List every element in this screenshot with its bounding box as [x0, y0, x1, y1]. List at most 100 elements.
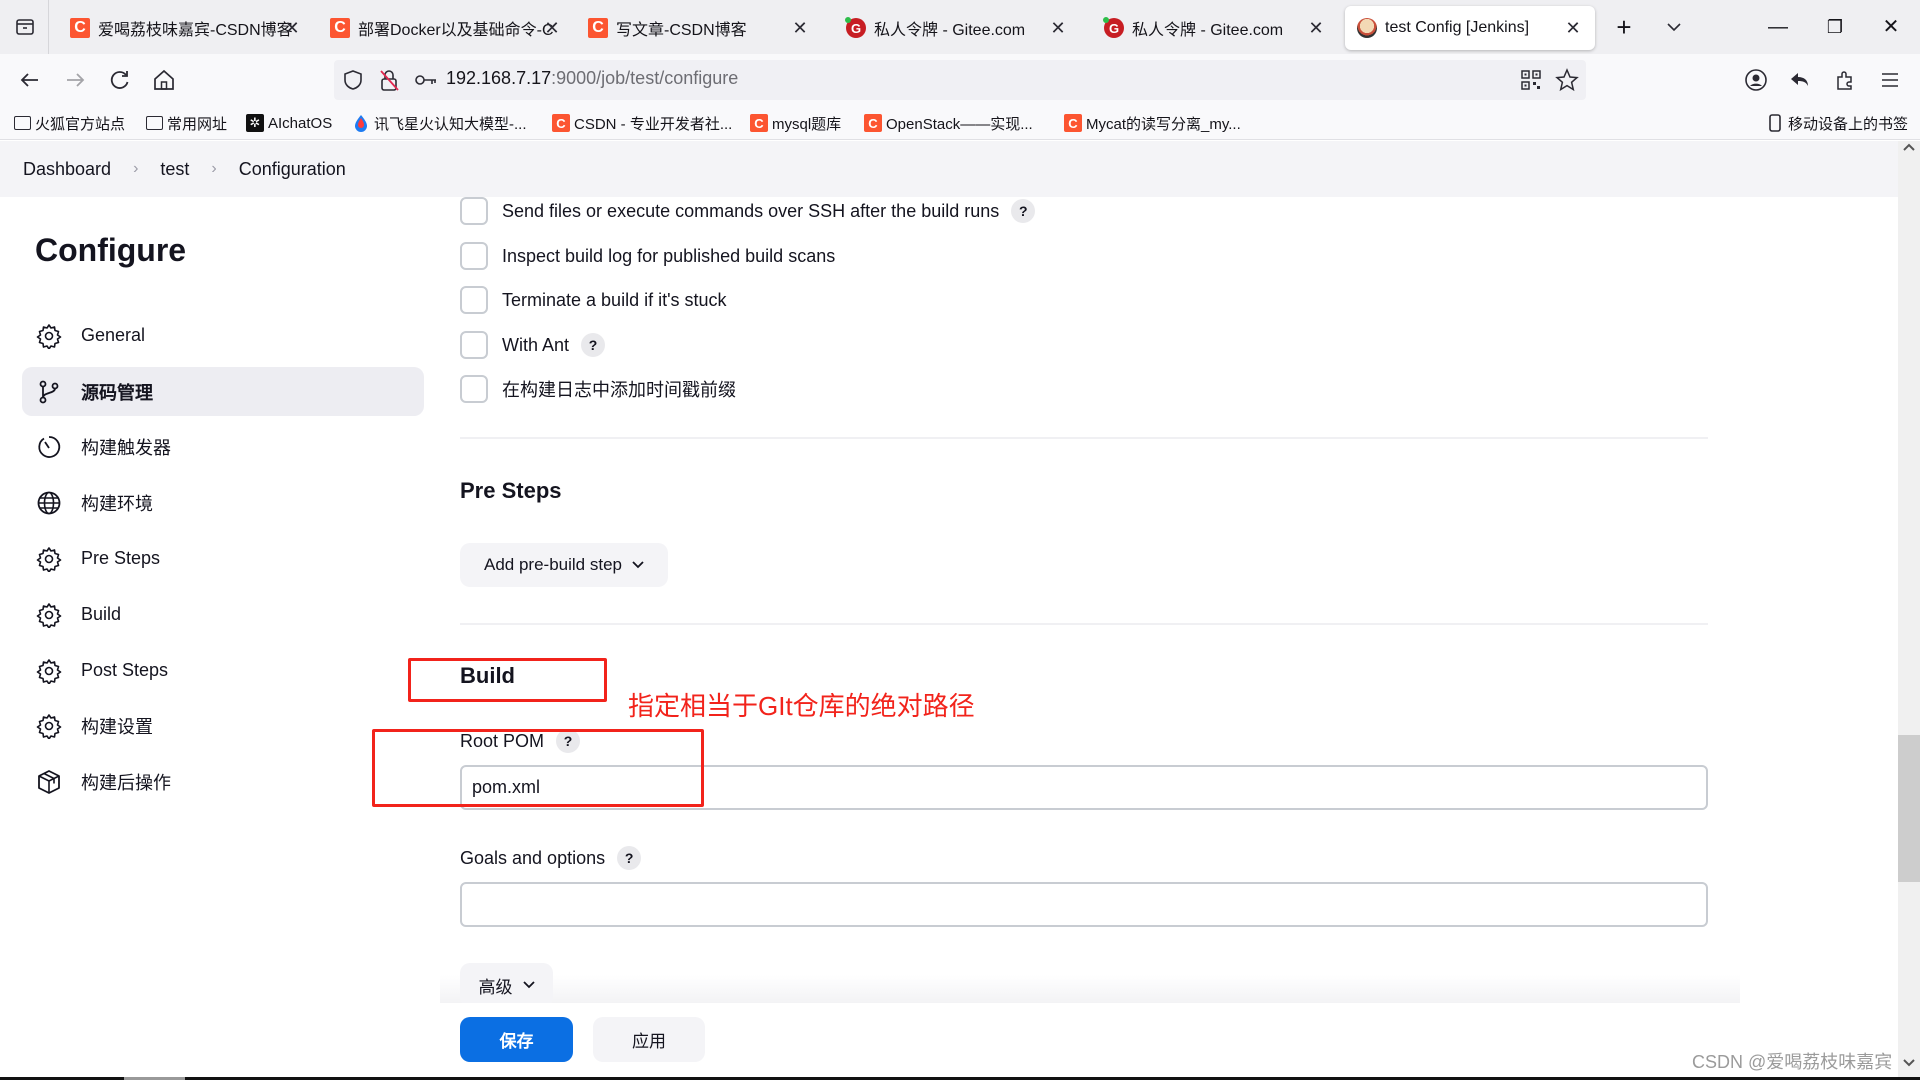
breadcrumb-job[interactable]: test — [160, 159, 189, 180]
breadcrumb-separator: › — [133, 160, 139, 177]
bookmark-label: AIchatOS — [268, 114, 333, 132]
checkbox[interactable] — [460, 286, 488, 314]
option-timestamps[interactable]: 在构建日志中添加时间戳前缀 — [460, 374, 736, 404]
gear-icon — [36, 658, 62, 684]
close-tab-icon[interactable]: ✕ — [540, 16, 564, 40]
browser-tab[interactable]: C 写文章-CSDN博客 ✕ — [576, 6, 822, 50]
bookmark-item[interactable]: 常用网址 — [146, 111, 227, 135]
browser-tab-active[interactable]: test Config [Jenkins] ✕ — [1345, 6, 1595, 50]
option-inspect-build-log[interactable]: Inspect build log for published build sc… — [460, 241, 835, 271]
goals-options-label: Goals and options ? — [460, 846, 642, 870]
sidebar-item-label: 构建触发器 — [81, 437, 171, 458]
mobile-bookmarks[interactable]: 移动设备上的书签 — [1766, 111, 1908, 135]
gear-icon — [36, 323, 62, 349]
option-label: 在构建日志中添加时间戳前缀 — [502, 380, 736, 400]
sidebar-item-post-build-actions[interactable]: 构建后操作 — [22, 757, 424, 806]
close-tab-icon[interactable]: ✕ — [1046, 16, 1070, 40]
close-tab-icon[interactable]: ✕ — [788, 16, 812, 40]
browser-tab[interactable]: C 部署Docker以及基础命令-C ✕ — [318, 6, 564, 50]
sidebar-item-source-code[interactable]: 源码管理 — [22, 367, 424, 416]
menu-icon[interactable] — [1878, 68, 1902, 92]
form-footer — [0, 1003, 1898, 1078]
back-button[interactable] — [16, 66, 44, 94]
qr-code-icon[interactable] — [1521, 70, 1541, 90]
spark-icon — [352, 114, 370, 132]
breadcrumb: Dashboard › test › Configuration — [0, 141, 1898, 197]
sidebar-item-build-triggers[interactable]: 构建触发器 — [22, 422, 424, 471]
bookmark-item[interactable]: Cmysql题库 — [750, 111, 841, 135]
field-label-text: Goals and options — [460, 847, 606, 868]
close-tab-icon[interactable]: ✕ — [1561, 16, 1585, 40]
shield-icon[interactable] — [342, 69, 364, 91]
bookmark-label: 常用网址 — [167, 115, 228, 133]
option-ssh-after-build[interactable]: Send files or execute commands over SSH … — [460, 196, 1036, 226]
apply-button[interactable]: 应用 — [593, 1017, 705, 1062]
key-icon[interactable] — [414, 70, 438, 90]
extensions-icon[interactable] — [1833, 68, 1857, 92]
goals-options-input[interactable] — [460, 882, 1708, 927]
advanced-button[interactable]: 高级 — [460, 963, 553, 1007]
save-button[interactable]: 保存 — [460, 1017, 573, 1062]
tab-list-button[interactable] — [12, 14, 38, 40]
option-with-ant[interactable]: With Ant ? — [460, 330, 606, 360]
checkbox[interactable] — [460, 375, 488, 403]
gitee-icon: G — [1103, 17, 1124, 38]
tab-title: 爱喝荔枝味嘉宾-CSDN博客 — [98, 22, 293, 39]
forward-button[interactable] — [61, 66, 89, 94]
option-terminate-stuck-build[interactable]: Terminate a build if it's stuck — [460, 285, 727, 315]
minimize-button[interactable]: — — [1763, 12, 1793, 42]
home-button[interactable] — [150, 66, 178, 94]
bookmark-item[interactable]: C Mycat的读写分离_my... — [1064, 111, 1241, 135]
checkbox[interactable] — [460, 197, 488, 225]
sidebar-item-build-settings[interactable]: 构建设置 — [22, 701, 424, 750]
sidebar-item-label: General — [81, 325, 146, 345]
restore-button[interactable]: ❐ — [1820, 12, 1850, 42]
sidebar-item-build[interactable]: Build — [22, 590, 424, 639]
bookmark-item[interactable]: ✲ AIchatOS — [246, 111, 332, 135]
scrollbar-thumb[interactable] — [1898, 735, 1920, 882]
sidebar-item-label: 构建设置 — [81, 716, 153, 737]
bookmark-label: 火狐官方站点 — [35, 115, 126, 133]
sidebar-item-build-environment[interactable]: 构建环境 — [22, 478, 424, 527]
sidebar-item-pre-steps[interactable]: Pre Steps — [22, 534, 424, 583]
list-all-tabs-button[interactable] — [1659, 12, 1689, 42]
browser-tab[interactable]: C 爱喝荔枝味嘉宾-CSDN博客 ✕ — [58, 6, 304, 50]
breadcrumb-dashboard[interactable]: Dashboard — [23, 159, 111, 180]
undo-icon[interactable] — [1788, 68, 1812, 92]
help-icon[interactable]: ? — [617, 846, 642, 870]
new-tab-button[interactable]: + — [1609, 12, 1639, 42]
window-close-button[interactable]: ✕ — [1876, 12, 1906, 42]
help-icon[interactable]: ? — [1011, 199, 1036, 223]
sidebar-item-label: Build — [81, 604, 122, 624]
sidebar-item-post-steps[interactable]: Post Steps — [22, 646, 424, 695]
bookmark-star-icon[interactable] — [1555, 68, 1579, 92]
bookmark-item[interactable]: 火狐官方站点 — [14, 111, 125, 135]
close-tab-icon[interactable]: ✕ — [1304, 16, 1328, 40]
scroll-down-icon[interactable] — [1902, 1058, 1916, 1072]
browser-tab[interactable]: G 私人令牌 - Gitee.com ✕ — [1092, 6, 1338, 50]
bookmark-item[interactable]: C OpenStack——实现... — [864, 111, 1033, 135]
reload-button[interactable] — [106, 66, 134, 94]
bookmark-label: Mycat的读写分离_my... — [1086, 115, 1241, 133]
close-tab-icon[interactable]: ✕ — [280, 16, 304, 40]
csdn-icon: C — [1064, 114, 1082, 132]
sidebar-item-general[interactable]: General — [22, 311, 424, 360]
url-text[interactable]: 192.168.7.17:9000/job/test/configure — [446, 68, 738, 89]
breadcrumb-configuration[interactable]: Configuration — [239, 159, 346, 180]
browser-tab[interactable]: G 私人令牌 - Gitee.com ✕ — [834, 6, 1080, 50]
scrollbar-track[interactable] — [1898, 141, 1920, 1078]
add-pre-build-step-button[interactable]: Add pre-build step — [460, 543, 668, 587]
arrow-left-icon — [20, 73, 38, 87]
insecure-lock-icon[interactable] — [378, 68, 400, 92]
scroll-up-icon[interactable] — [1902, 142, 1916, 156]
bookmark-item[interactable]: 讯飞星火认知大模型-... — [352, 111, 527, 135]
checkbox[interactable] — [460, 331, 488, 359]
account-icon[interactable] — [1744, 68, 1768, 92]
button-label: Add pre-build step — [484, 555, 622, 574]
help-icon[interactable]: ? — [581, 333, 606, 357]
bookmark-label: 移动设备上的书签 — [1788, 115, 1909, 133]
checkbox[interactable] — [460, 242, 488, 270]
bookmark-item[interactable]: C CSDN - 专业开发者社... — [552, 111, 732, 135]
bookmark-label: 讯飞星火认知大模型-... — [374, 115, 527, 133]
arrow-right-icon — [67, 73, 85, 87]
